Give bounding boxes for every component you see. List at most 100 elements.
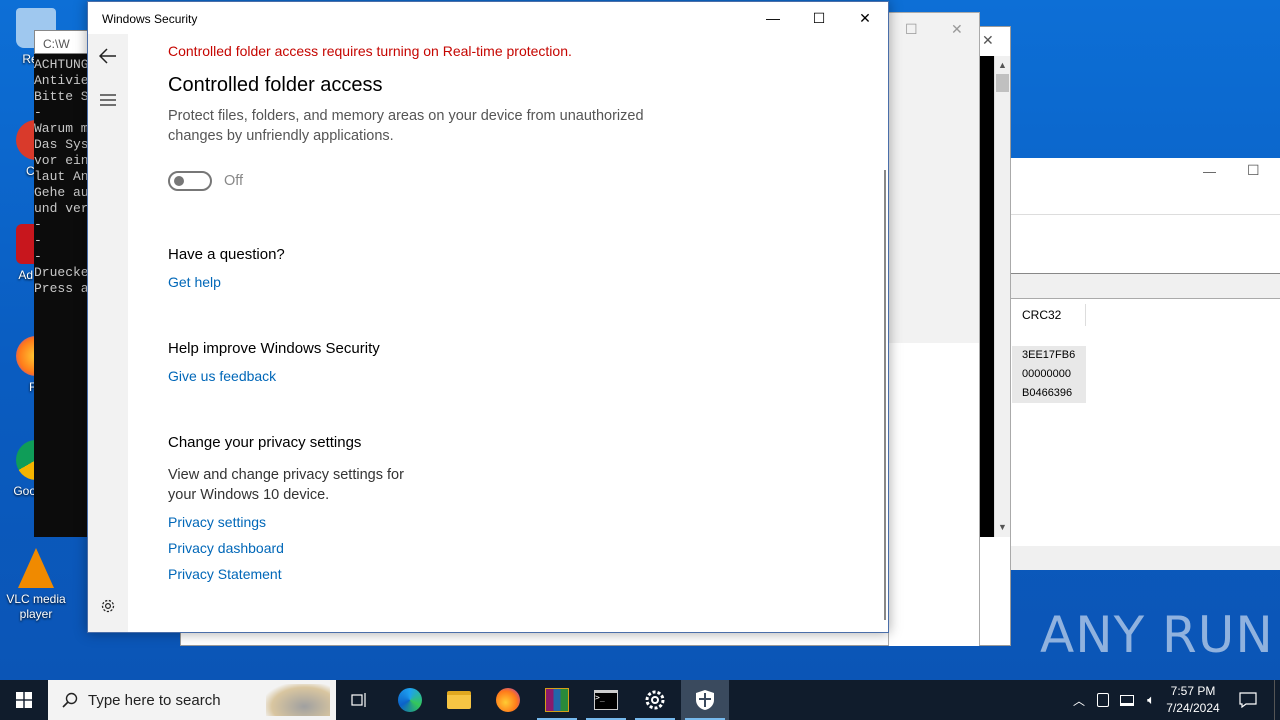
cmd-line: Druecke bbox=[34, 265, 89, 280]
minimize-icon[interactable]: — bbox=[1203, 164, 1216, 179]
cmd-window[interactable]: C:\W ACHTUNG Antivie Bitte S - Warum m D… bbox=[34, 30, 90, 537]
minimize-button[interactable]: — bbox=[750, 2, 796, 34]
maximize-button[interactable]: ☐ bbox=[796, 2, 842, 34]
scroll-thumb[interactable] bbox=[996, 74, 1009, 92]
taskbar-settings[interactable] bbox=[631, 680, 679, 720]
winrar-icon bbox=[545, 688, 569, 712]
improve-heading: Help improve Windows Security bbox=[168, 340, 380, 357]
background-window-pane bbox=[889, 343, 979, 646]
tray-usb-button[interactable] bbox=[1092, 680, 1114, 720]
privacy-description: View and change privacy settings for you… bbox=[168, 467, 404, 503]
tray-volume-button[interactable]: 🔈︎ bbox=[1140, 680, 1162, 720]
task-view-button[interactable] bbox=[336, 680, 384, 720]
search-icon bbox=[62, 692, 78, 708]
cmd-line: Gehe au bbox=[34, 185, 89, 200]
clock-date: 7/24/2024 bbox=[1166, 701, 1220, 715]
toggle-knob bbox=[174, 176, 184, 186]
maximize-icon: ☐ bbox=[812, 9, 826, 26]
maximize-icon[interactable]: ☐ bbox=[1247, 162, 1260, 179]
page-description: Protect files, folders, and memory areas… bbox=[168, 108, 644, 144]
feedback-link[interactable]: Give us feedback bbox=[168, 368, 276, 384]
close-icon[interactable]: ✕ bbox=[982, 32, 994, 49]
side-nav bbox=[88, 34, 128, 632]
settings-button[interactable] bbox=[88, 586, 128, 626]
search-placeholder: Type here to search bbox=[88, 691, 221, 709]
window-title: Windows Security bbox=[102, 12, 198, 26]
menu-button[interactable] bbox=[88, 80, 128, 120]
controlled-folder-toggle[interactable] bbox=[168, 171, 212, 191]
main-content: Controlled folder access requires turnin… bbox=[168, 34, 868, 632]
clock-time: 7:57 PM bbox=[1170, 684, 1216, 698]
action-center-button[interactable] bbox=[1232, 680, 1264, 720]
question-heading: Have a question? bbox=[168, 246, 285, 263]
taskbar-cmd[interactable]: >_ bbox=[582, 680, 630, 720]
gear-icon bbox=[645, 690, 665, 710]
firefox-icon bbox=[496, 688, 520, 712]
scroll-up-icon[interactable]: ▲ bbox=[998, 60, 1007, 70]
scrollbar[interactable]: ▲ ▼ bbox=[994, 56, 1010, 537]
tray-network-button[interactable] bbox=[1116, 680, 1138, 720]
gear-icon bbox=[101, 599, 115, 613]
taskbar-windows-security[interactable] bbox=[681, 680, 729, 720]
crc-value: 3EE17FB6 bbox=[1022, 349, 1076, 361]
back-button[interactable] bbox=[88, 36, 128, 76]
page-title: Controlled folder access bbox=[168, 74, 383, 96]
background-window-middle[interactable]: ☐ ✕ bbox=[888, 12, 980, 646]
cmd-line: Bitte S bbox=[34, 89, 89, 104]
close-button[interactable]: ✕ bbox=[842, 2, 888, 34]
close-icon[interactable]: ✕ bbox=[951, 21, 963, 38]
terminal-icon: >_ bbox=[594, 690, 618, 710]
notification-icon bbox=[1239, 692, 1257, 708]
show-hidden-icons-button[interactable]: ︿ bbox=[1068, 680, 1090, 720]
taskbar-winrar[interactable] bbox=[533, 680, 581, 720]
search-highlight-illustration bbox=[266, 684, 330, 716]
show-desktop-button[interactable] bbox=[1274, 680, 1280, 720]
cmd-line: laut An bbox=[34, 169, 89, 184]
usb-icon bbox=[1097, 693, 1109, 707]
chevron-up-icon: ︿ bbox=[1072, 693, 1085, 708]
cmd-line: Antivie bbox=[34, 73, 89, 88]
taskbar-file-explorer[interactable] bbox=[435, 680, 483, 720]
scroll-down-icon[interactable]: ▼ bbox=[998, 522, 1007, 532]
taskbar-firefox[interactable] bbox=[484, 680, 532, 720]
maximize-icon[interactable]: ☐ bbox=[905, 21, 918, 38]
close-icon: ✕ bbox=[859, 9, 871, 26]
taskbar: Type here to search >_ ︿ 🔈︎ 7:57 PM 7/24… bbox=[0, 680, 1280, 720]
toggle-state-label: Off bbox=[224, 173, 244, 189]
cmd-output: ACHTUNG Antivie Bitte S - Warum m Das Sy… bbox=[34, 54, 90, 297]
task-view-icon bbox=[351, 693, 366, 707]
taskbar-search-box[interactable]: Type here to search bbox=[48, 680, 336, 720]
speaker-icon: 🔈︎ bbox=[1147, 692, 1155, 707]
start-button[interactable] bbox=[0, 680, 48, 720]
realtime-protection-warning: Controlled folder access requires turnin… bbox=[168, 43, 572, 59]
privacy-dashboard-link[interactable]: Privacy dashboard bbox=[168, 540, 284, 556]
cmd-title: C:\W bbox=[34, 30, 90, 54]
cmd-line: vor ein bbox=[34, 153, 89, 168]
privacy-settings-link[interactable]: Privacy settings bbox=[168, 514, 266, 530]
desktop-icon-vlc[interactable]: VLC media player bbox=[4, 548, 68, 622]
desktop-icon-label: VLC media player bbox=[6, 592, 66, 621]
dark-pane bbox=[980, 56, 994, 537]
watermark: ANY RUN bbox=[1040, 606, 1274, 664]
minimize-icon: — bbox=[766, 10, 780, 26]
shield-icon bbox=[696, 690, 714, 710]
edge-icon bbox=[398, 688, 422, 712]
cmd-line: Press a bbox=[34, 281, 89, 296]
cmd-line: Warum m bbox=[34, 121, 89, 136]
windows-security-window: Windows Security — ☐ ✕ Controlled folder… bbox=[87, 1, 889, 633]
crc32-column-header[interactable]: CRC32 bbox=[1012, 304, 1086, 326]
taskbar-edge[interactable] bbox=[386, 680, 434, 720]
content-scrollbar[interactable] bbox=[884, 170, 886, 620]
cmd-line: - bbox=[34, 249, 42, 264]
crc32-values: 3EE17FB6 00000000 B0466396 bbox=[1012, 346, 1086, 403]
get-help-link[interactable]: Get help bbox=[168, 274, 221, 290]
windows-logo-icon bbox=[16, 692, 32, 708]
vlc-icon bbox=[18, 548, 54, 588]
privacy-statement-link[interactable]: Privacy Statement bbox=[168, 566, 282, 582]
cmd-line: - bbox=[34, 105, 42, 120]
hash-tool-list bbox=[1011, 298, 1280, 546]
back-arrow-icon bbox=[99, 48, 116, 64]
folder-icon bbox=[447, 691, 471, 709]
cmd-line: Das Sys bbox=[34, 137, 89, 152]
clock[interactable]: 7:57 PM 7/24/2024 bbox=[1160, 683, 1226, 717]
